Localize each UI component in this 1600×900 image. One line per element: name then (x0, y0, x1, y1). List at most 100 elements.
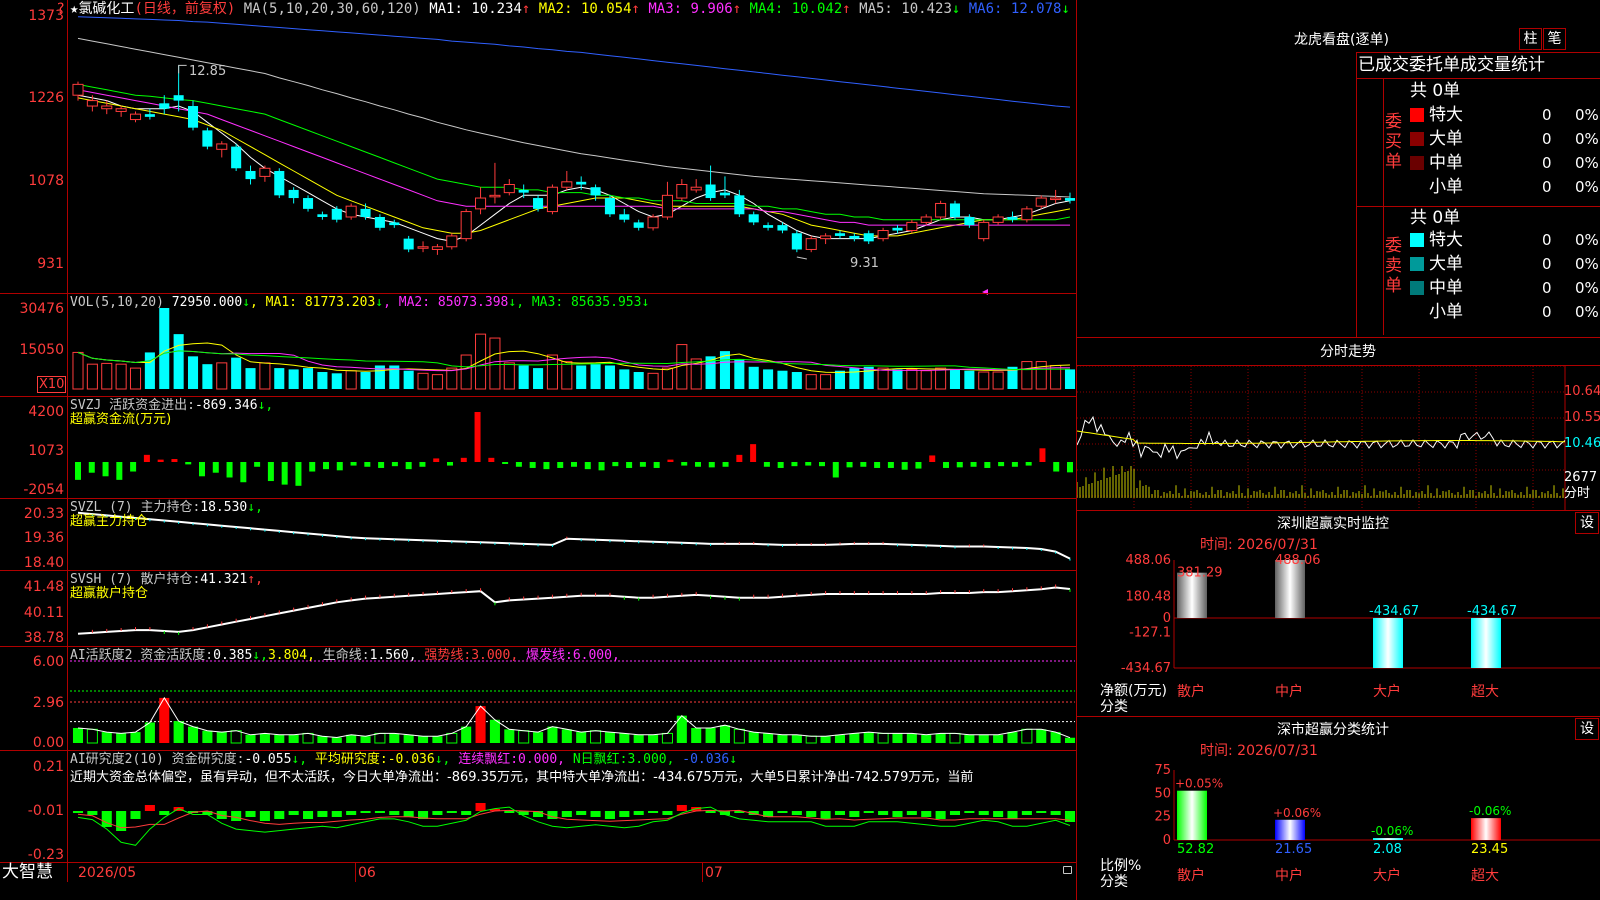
activity-bar (604, 732, 615, 743)
research-bar (317, 811, 328, 817)
research-bar (633, 811, 644, 815)
activity-bar (661, 732, 673, 744)
volume-bar (763, 369, 774, 389)
volume-bar (777, 370, 788, 389)
volume-bar (360, 372, 371, 389)
stock-name[interactable]: 氯碱化工 (78, 1, 134, 17)
research-bar (302, 811, 314, 819)
fund-flow-bar (102, 462, 109, 477)
candle-body (159, 103, 170, 109)
candle-body (245, 170, 256, 180)
candle-body (489, 194, 501, 198)
ma-line-ma5 (77, 37, 1071, 198)
volume-bar (331, 373, 342, 389)
research-bar (475, 803, 486, 811)
candle-body (1050, 197, 1062, 201)
axis-label: 1073 (28, 443, 64, 459)
candle-body (231, 146, 242, 169)
fund-flow-bar (405, 462, 412, 470)
low-label: 9.31 (850, 256, 879, 271)
axis-label: -0.01 (27, 803, 64, 819)
research-bar (662, 811, 673, 815)
order-pct: 0% (1575, 303, 1599, 321)
vol-header: VOL(5,10,20) 72950.000↓, MA1: 81773.203↓… (70, 295, 650, 310)
fund-flow-bar (460, 457, 467, 462)
fund-flow-bar (943, 462, 949, 468)
vol-unit-badge: X10 (37, 376, 67, 393)
class-settings-button[interactable]: 设 (1575, 718, 1599, 740)
research-bar (130, 811, 141, 819)
research-bar (288, 811, 299, 815)
monitor-bar (1275, 560, 1305, 618)
fund-flow-bar (447, 462, 453, 466)
candle-body (834, 233, 846, 236)
bar-mode-button[interactable]: 柱 (1519, 28, 1542, 50)
activity-bar (964, 734, 975, 743)
volume-bar (964, 370, 975, 389)
svzl-subtitle: 超赢主力持仓 (70, 514, 149, 529)
fund-flow-bar (488, 457, 495, 462)
fund-flow-bar (626, 462, 633, 468)
tick-mode-button[interactable]: 笔 (1543, 28, 1566, 50)
activity-bar (791, 734, 802, 743)
buy-total: 共 0单 (1410, 81, 1461, 101)
candle-body (144, 114, 155, 117)
candle-body (590, 187, 601, 196)
candle-body (403, 238, 414, 250)
activity-bar (144, 722, 155, 743)
research-bar (360, 811, 371, 813)
candle-body (748, 214, 759, 223)
candle-body (288, 189, 299, 199)
candle-body (202, 130, 213, 147)
activity-bar (805, 735, 817, 744)
axis-label: 1373 (28, 8, 64, 24)
intraday-chart[interactable] (1076, 365, 1600, 510)
fund-flow-bar (254, 462, 261, 467)
pane-divider (0, 862, 1077, 863)
fund-flow-bar (915, 462, 922, 469)
lhb-divider (1356, 52, 1357, 337)
candle-body (633, 222, 644, 228)
volume-bar (101, 362, 113, 390)
ma-legend-label: MA1: (429, 1, 472, 17)
period-label[interactable]: (日线，前复权) (134, 1, 235, 17)
fund-flow-bar (791, 462, 798, 467)
class-category-label: 散户 (1177, 867, 1205, 884)
research-bar (1007, 811, 1018, 819)
order-count: 0 (1542, 106, 1552, 124)
order-type-label: 中单 (1429, 153, 1463, 173)
research-bar (590, 811, 601, 817)
low-marker (796, 256, 807, 260)
volume-bar (820, 374, 832, 390)
fund-flow-bar (529, 462, 536, 468)
volume-bar (302, 368, 314, 389)
research-bar (791, 811, 802, 815)
ma-header: MA(5,10,20,30,60,120) (243, 1, 421, 17)
research-bar (274, 811, 285, 819)
axis-label: -0.23 (27, 847, 64, 863)
x-label: 2026/05 (78, 865, 137, 881)
axis-label: 30476 (19, 301, 64, 317)
activity-bar (403, 734, 414, 743)
ma-legend-label: MA6: (960, 1, 1011, 17)
retail-hold-line (77, 586, 1071, 635)
lhb-divider (1356, 206, 1600, 207)
activity-bar (187, 726, 199, 743)
fund-flow-bar (378, 462, 385, 468)
intraday-axis: 10.64 (1564, 384, 1600, 399)
candle-body (115, 108, 127, 112)
monitor-settings-button[interactable]: 设 (1575, 512, 1599, 534)
vol-legend-arrow: ↓ (641, 295, 650, 310)
fund-flow-bar (777, 462, 784, 468)
monitor-category-label: 超大 (1471, 684, 1499, 700)
candle-body (576, 181, 587, 185)
monitor-axis-label: -434.67 (1121, 661, 1171, 676)
lock-icon[interactable] (1063, 866, 1072, 874)
candle-body (964, 216, 975, 226)
candle-body (690, 186, 702, 191)
axis-label: 18.40 (23, 555, 64, 571)
fund-flow-bar (1067, 462, 1073, 473)
class-bar-value: 52.82 (1177, 842, 1214, 857)
fund-flow-bar (722, 462, 729, 467)
class-bar-change: -0.06% (1371, 824, 1413, 838)
